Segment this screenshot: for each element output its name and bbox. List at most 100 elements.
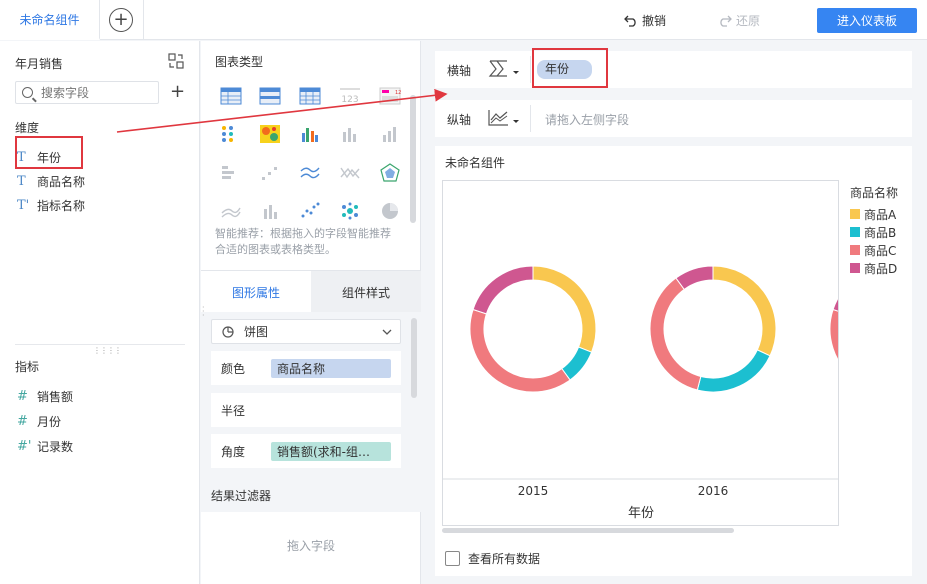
donut-slice-2016-1[interactable] — [696, 349, 771, 393]
undo-icon — [624, 15, 636, 27]
chart-type-scrollbar[interactable] — [410, 95, 416, 223]
polyline-icon[interactable] — [339, 163, 361, 183]
angle-property-label: 角度 — [221, 444, 246, 459]
axis-divider — [530, 56, 531, 83]
chart-type-title: 图表类型 — [215, 55, 264, 69]
property-tabs: 图形属性 组件样式 — [201, 270, 421, 313]
x-axis-title: 年份 — [628, 506, 654, 521]
donut-slice-2016-3[interactable] — [675, 265, 714, 291]
filter-drop-zone[interactable]: 拖入字段 — [211, 515, 411, 575]
add-tab-icon[interactable]: + — [109, 8, 133, 32]
tab-component[interactable]: 未命名组件 — [0, 0, 100, 40]
donut-slice-2015-2[interactable] — [469, 308, 571, 393]
chart-legend: 商品名称 商品A 商品B 商品C 商品D — [850, 184, 898, 277]
detail-table-icon[interactable] — [299, 86, 321, 106]
angle-field-pill[interactable]: 销售额(求和-组… — [271, 441, 391, 461]
tab-label: 未命名组件 — [19, 12, 80, 27]
field-label: 月份 — [37, 415, 62, 429]
crosstab-icon[interactable] — [259, 86, 281, 106]
drag-handle-icon[interactable]: ⋮⋮⋮⋮ — [93, 346, 122, 355]
property-scrollbar[interactable] — [411, 318, 417, 398]
field-label: 记录数 — [37, 440, 74, 454]
add-field-icon[interactable]: + — [170, 81, 185, 103]
x-axis-highlight-box — [532, 48, 608, 88]
range-bar-icon[interactable] — [259, 201, 281, 221]
grouped-bar-icon[interactable] — [299, 124, 321, 144]
donut-slice-2016-2[interactable] — [649, 277, 702, 391]
tab-divider — [143, 0, 144, 40]
radius-property-label: 半径 — [221, 403, 246, 418]
undo-button[interactable]: 撤销 — [624, 12, 666, 29]
table-icon[interactable] — [220, 86, 242, 106]
stacked-bar-icon[interactable] — [379, 124, 401, 144]
chart-type-select[interactable]: 饼图 — [211, 319, 401, 344]
chart-card: 未命名组件 2015 2016 年份 商品名称 商品A 商品B 商品C 商品D 查看… — [435, 146, 912, 576]
switch-dataset-icon[interactable] — [168, 53, 184, 69]
smart-recommend-hint: 智能推荐：根据拖入的字段智能推荐合适的图表或表格类型。 — [215, 227, 391, 256]
field-dimension-metric-name[interactable]: T' 指标名称 — [17, 197, 85, 214]
donut-slice-2015-0[interactable] — [532, 265, 597, 353]
tab-label: 组件样式 — [341, 285, 390, 300]
result-filter-title: 结果过滤器 — [211, 489, 272, 503]
color-property-label: 颜色 — [221, 361, 246, 376]
kpi-card-icon[interactable]: 123 — [379, 86, 401, 106]
punch-card-icon[interactable] — [220, 124, 242, 144]
legend-swatch — [850, 245, 860, 255]
legend-item-b[interactable]: 商品B — [850, 223, 898, 241]
redo-button[interactable]: 还原 — [718, 12, 760, 29]
radar-chart-icon[interactable] — [379, 163, 401, 183]
bar-chart-icon[interactable] — [339, 124, 361, 144]
donut-slice-2016-0[interactable] — [712, 265, 777, 357]
donut-slice-2015-3[interactable] — [472, 265, 534, 315]
chevron-down-icon — [382, 329, 392, 335]
legend-label: 商品D — [864, 261, 898, 276]
area-chart-icon[interactable] — [220, 201, 242, 221]
angle-property-row[interactable]: 角度 销售额(求和-组… — [211, 434, 401, 468]
property-area: 饼图 颜色 商品名称 半径 角度 销售额(求和-组… — [201, 312, 421, 512]
field-dimension-product[interactable]: T 商品名称 — [17, 173, 85, 190]
chart-type-value: 饼图 — [244, 325, 269, 339]
measure-heading: 指标 — [15, 360, 40, 374]
search-field[interactable] — [15, 81, 159, 104]
legend-item-a[interactable]: 商品A — [850, 205, 898, 223]
legend-item-d[interactable]: 商品D — [850, 259, 898, 277]
svg-text:123: 123 — [341, 95, 358, 105]
show-all-checkbox[interactable] — [445, 551, 460, 566]
color-field-pill[interactable]: 商品名称 — [271, 358, 391, 378]
donut-slice-offscreen — [829, 308, 838, 361]
scatter-chart-icon[interactable] — [299, 201, 321, 221]
chart-horizontal-scrollbar[interactable] — [442, 528, 734, 533]
field-label: 指标名称 — [37, 199, 86, 213]
horizontal-bar-icon[interactable] — [220, 163, 242, 183]
bubble-chart-icon[interactable] — [339, 201, 361, 221]
show-all-data-toggle[interactable]: 查看所有数据 — [445, 550, 540, 567]
axis-sort-icon[interactable] — [487, 59, 523, 79]
axis-chart-icon[interactable] — [487, 108, 523, 128]
field-measure-count[interactable]: #' 记录数 — [17, 438, 73, 455]
field-measure-sales[interactable]: # 销售额 — [17, 388, 73, 405]
number-type-icon: #' — [17, 439, 32, 454]
color-property-row[interactable]: 颜色 商品名称 — [211, 351, 401, 385]
line-chart-icon[interactable] — [299, 163, 321, 183]
pie-chart-icon[interactable] — [379, 201, 401, 221]
dataset-title: 年月销售 — [15, 57, 64, 71]
enter-dashboard-button[interactable]: 进入仪表板 — [817, 8, 917, 33]
radius-property-row[interactable]: 半径 — [211, 393, 401, 427]
search-input[interactable] — [41, 85, 141, 100]
drag-handle-icon[interactable]: · · · — [202, 304, 205, 320]
y-axis-drop-placeholder[interactable]: 请拖入左侧字段 — [545, 111, 629, 128]
legend-swatch — [850, 263, 860, 273]
field-measure-month[interactable]: # 月份 — [17, 413, 61, 430]
heatmap-icon[interactable] — [259, 124, 281, 144]
show-all-label: 查看所有数据 — [468, 552, 541, 566]
tab-graphic-properties[interactable]: 图形属性 — [201, 271, 311, 313]
year-highlight-box — [15, 136, 83, 169]
tab-label: 图形属性 — [231, 285, 280, 300]
chart-type-panel: 图表类型 123 123 智能推荐：根据拖入的字段智能推荐合适的图表或表格类型。… — [201, 41, 421, 584]
kpi-number-icon[interactable]: 123 — [339, 86, 361, 106]
tab-component-style[interactable]: 组件样式 — [311, 271, 421, 313]
undo-label: 撤销 — [642, 14, 667, 28]
legend-item-c[interactable]: 商品C — [850, 241, 898, 259]
x-axis-row: 横轴 年份 — [435, 51, 912, 88]
scatter-bar-icon[interactable] — [259, 163, 281, 183]
